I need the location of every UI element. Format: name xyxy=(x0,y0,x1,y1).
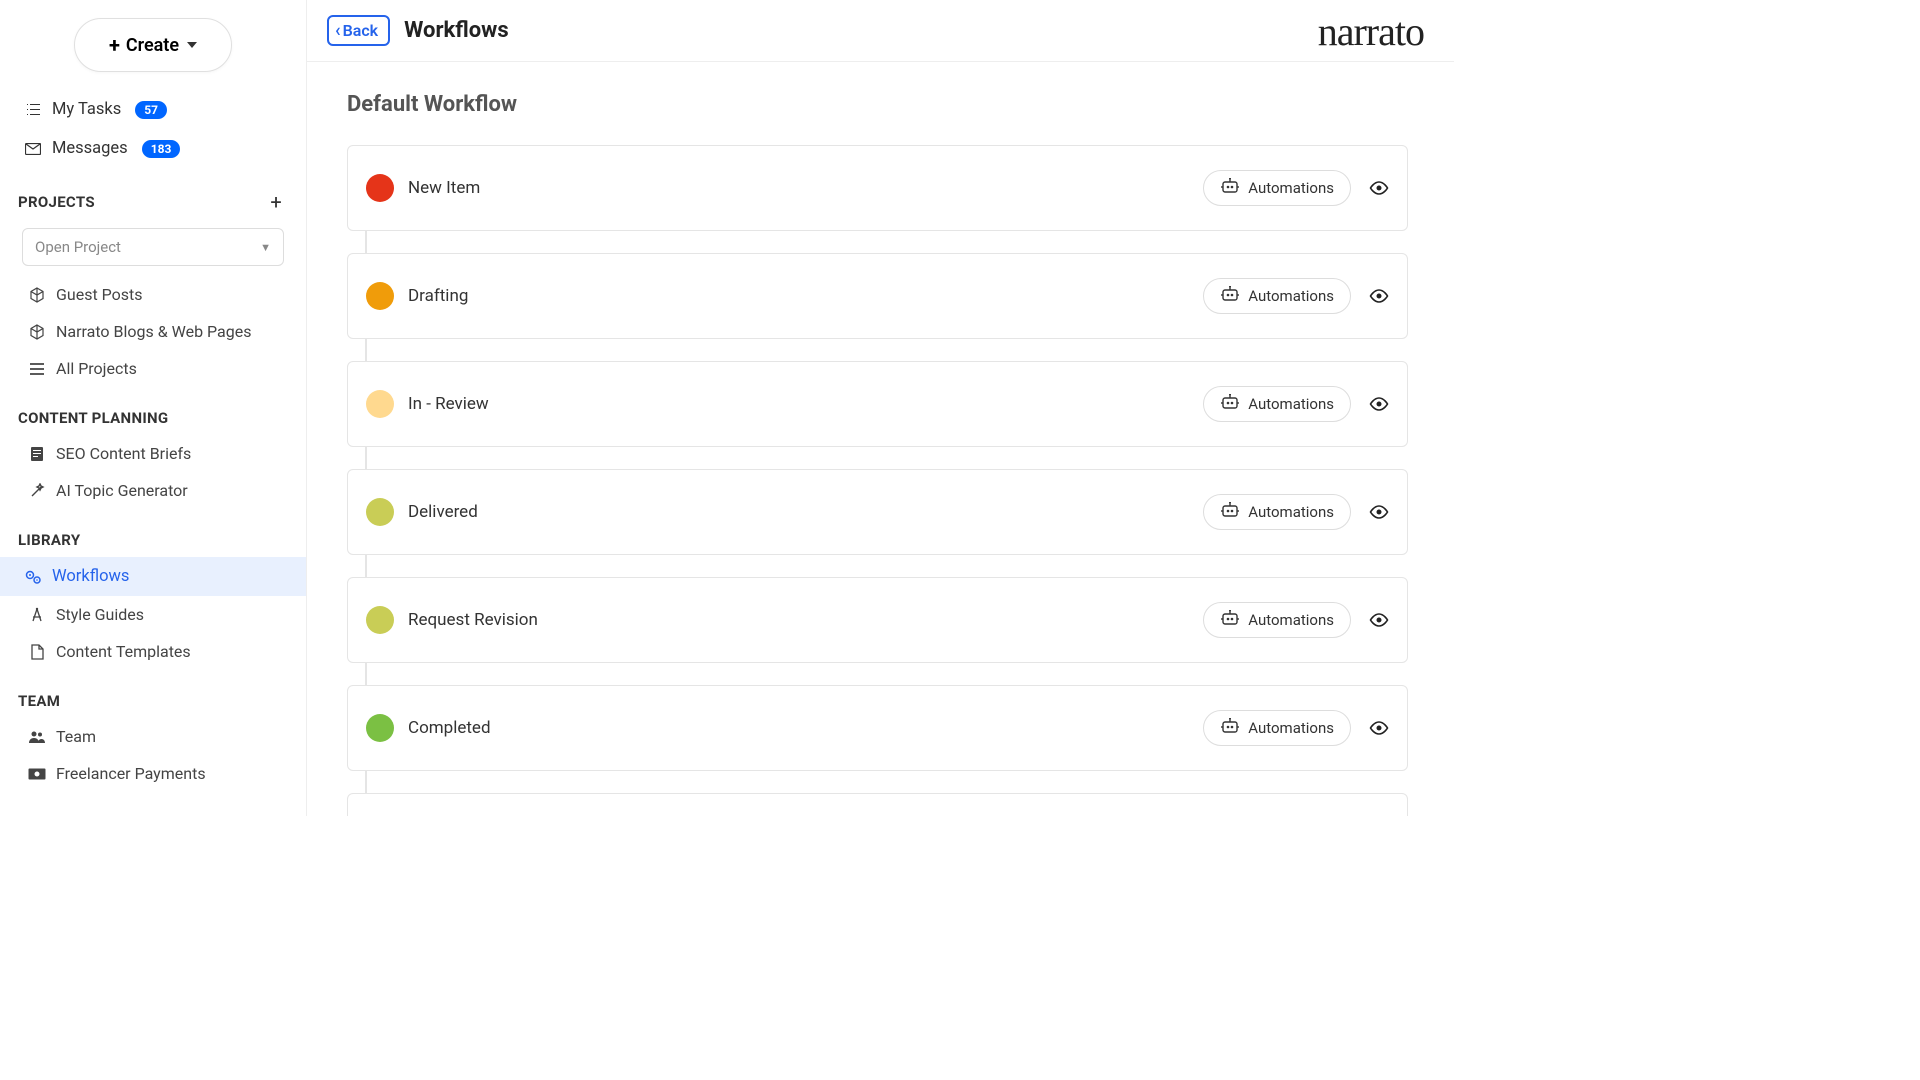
create-button[interactable]: + Create xyxy=(74,18,232,72)
stage-connector xyxy=(365,663,367,685)
automations-label: Automations xyxy=(1248,287,1334,305)
content-seo-briefs[interactable]: SEO Content Briefs xyxy=(0,435,306,472)
stage-connector xyxy=(365,339,367,361)
file-icon xyxy=(28,644,46,660)
my-tasks-label: My Tasks xyxy=(52,100,121,119)
stage-card[interactable]: In - Review Automations xyxy=(347,361,1408,447)
stage-card[interactable]: PublishedAutomations xyxy=(347,793,1408,816)
stage-card[interactable]: Request Revision Automations xyxy=(347,577,1408,663)
freelancer-payments-link[interactable]: Freelancer Payments xyxy=(0,755,306,792)
library-workflows[interactable]: Workflows xyxy=(0,557,306,596)
robot-icon xyxy=(1220,502,1240,522)
stage-card[interactable]: Completed Automations xyxy=(347,685,1408,771)
open-project-placeholder: Open Project xyxy=(35,238,121,256)
chevron-down-icon xyxy=(187,42,197,48)
library-header: LIBRARY xyxy=(0,509,306,557)
eye-icon[interactable] xyxy=(1369,505,1389,519)
eye-icon[interactable] xyxy=(1369,181,1389,195)
robot-icon xyxy=(1220,718,1240,738)
project-guest-posts[interactable]: Guest Posts xyxy=(0,276,306,313)
stage-name: New Item xyxy=(408,178,1203,198)
stage-name: Delivered xyxy=(408,502,1203,522)
stage-color-dot xyxy=(366,606,394,634)
compass-icon xyxy=(28,607,46,623)
chevron-down-icon: ▼ xyxy=(260,241,271,254)
content-planning-header: CONTENT PLANNING xyxy=(0,387,306,435)
stage-color-dot xyxy=(366,174,394,202)
automations-button[interactable]: Automations xyxy=(1203,170,1351,206)
stage-name: In - Review xyxy=(408,394,1203,414)
stage-connector xyxy=(365,447,367,469)
gears-icon xyxy=(24,569,42,585)
eye-icon[interactable] xyxy=(1369,289,1389,303)
stage-name: Completed xyxy=(408,718,1203,738)
automations-button[interactable]: Automations xyxy=(1203,386,1351,422)
stage-color-dot xyxy=(366,714,394,742)
automations-label: Automations xyxy=(1248,611,1334,629)
stage-color-dot xyxy=(366,390,394,418)
automations-label: Automations xyxy=(1248,395,1334,413)
workflow-title: Default Workflow xyxy=(347,92,1408,117)
stage-connector xyxy=(365,231,367,253)
automations-label: Automations xyxy=(1248,503,1334,521)
team-link[interactable]: Team xyxy=(0,718,306,755)
money-icon xyxy=(28,768,46,780)
stage-card[interactable]: Delivered Automations xyxy=(347,469,1408,555)
content-area: Default Workflow New ItemAutomationsDraf… xyxy=(307,62,1454,816)
sidebar: + Create My Tasks 57 Messages 183 PROJEC… xyxy=(0,0,307,816)
library-style-guides[interactable]: Style Guides xyxy=(0,596,306,633)
page-title: Workflows xyxy=(404,18,509,43)
brand-logo: narrato xyxy=(1318,8,1424,55)
automations-label: Automations xyxy=(1248,719,1334,737)
stage-card[interactable]: New Item Automations xyxy=(347,145,1408,231)
add-project-button[interactable]: + xyxy=(270,190,282,214)
eye-icon[interactable] xyxy=(1369,397,1389,411)
library-content-templates[interactable]: Content Templates xyxy=(0,633,306,670)
robot-icon xyxy=(1220,178,1240,198)
content-ai-topic[interactable]: AI Topic Generator xyxy=(0,472,306,509)
eye-icon[interactable] xyxy=(1369,721,1389,735)
nav-my-tasks[interactable]: My Tasks 57 xyxy=(0,90,306,129)
automations-button[interactable]: Automations xyxy=(1203,602,1351,638)
topbar: ‹ Back Workflows narrato xyxy=(307,0,1454,62)
project-all[interactable]: All Projects xyxy=(0,350,306,387)
plus-icon: + xyxy=(109,33,120,57)
stage-color-dot xyxy=(366,498,394,526)
users-icon xyxy=(28,730,46,744)
create-label: Create xyxy=(126,35,179,56)
stage-connector xyxy=(365,771,367,793)
list-icon xyxy=(28,363,46,375)
stage-name: Drafting xyxy=(408,286,1203,306)
stage-connector xyxy=(365,555,367,577)
stage-list: New ItemAutomationsDraftingAutomationsIn… xyxy=(347,145,1408,816)
back-button[interactable]: ‹ Back xyxy=(327,15,390,46)
cube-icon xyxy=(28,324,46,340)
messages-label: Messages xyxy=(52,139,128,158)
main: ‹ Back Workflows narrato Default Workflo… xyxy=(307,0,1454,816)
robot-icon xyxy=(1220,286,1240,306)
stage-card[interactable]: Drafting Automations xyxy=(347,253,1408,339)
my-tasks-count: 57 xyxy=(135,101,167,119)
cube-icon xyxy=(28,287,46,303)
wand-icon xyxy=(28,483,46,499)
chevron-left-icon: ‹ xyxy=(335,20,341,41)
list-icon xyxy=(24,103,42,117)
envelope-icon xyxy=(24,143,42,155)
projects-header: PROJECTS + xyxy=(0,168,306,222)
automations-button[interactable]: Automations xyxy=(1203,278,1351,314)
team-header: TEAM xyxy=(0,670,306,718)
automations-button[interactable]: Automations xyxy=(1203,710,1351,746)
automations-label: Automations xyxy=(1248,179,1334,197)
eye-icon[interactable] xyxy=(1369,613,1389,627)
robot-icon xyxy=(1220,610,1240,630)
nav-messages[interactable]: Messages 183 xyxy=(0,129,306,168)
project-narrato-blogs[interactable]: Narrato Blogs & Web Pages xyxy=(0,313,306,350)
automations-button[interactable]: Automations xyxy=(1203,494,1351,530)
messages-count: 183 xyxy=(142,140,181,158)
stage-color-dot xyxy=(366,282,394,310)
open-project-select[interactable]: Open Project ▼ xyxy=(22,228,284,266)
stage-name: Request Revision xyxy=(408,610,1203,630)
document-icon xyxy=(28,446,46,462)
robot-icon xyxy=(1220,394,1240,414)
